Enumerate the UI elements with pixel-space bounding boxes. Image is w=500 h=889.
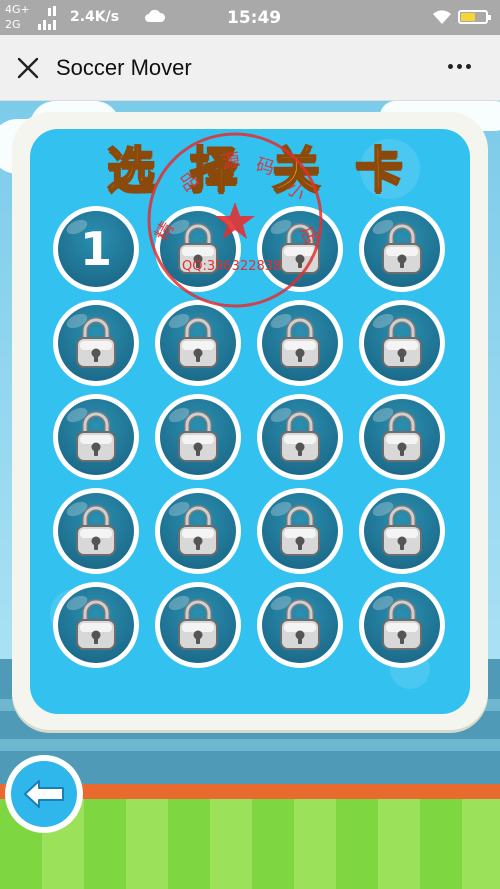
network-type-top: 4G+ <box>5 3 30 16</box>
level-button[interactable]: 1 <box>53 206 139 292</box>
signal-icon <box>38 4 58 30</box>
level-number: 1 <box>79 222 112 276</box>
network-type-bottom: 2G <box>5 18 21 31</box>
level-button-locked[interactable] <box>53 300 139 386</box>
level-button-locked[interactable] <box>257 488 343 574</box>
status-bar: 4G+ 2G 2.4K/s 15:49 <box>0 0 500 35</box>
svg-text:小: 小 <box>282 178 309 206</box>
lock-icon <box>176 317 220 369</box>
level-button-locked[interactable] <box>155 394 241 480</box>
back-button[interactable] <box>5 755 83 833</box>
seal-stamp: 精 品 源 码 小 店 <box>147 132 323 308</box>
lock-icon <box>380 599 424 651</box>
battery-level <box>461 13 476 21</box>
level-button-locked[interactable] <box>359 394 445 480</box>
lock-icon <box>278 411 322 463</box>
title-char: 卡 <box>354 141 404 199</box>
clock: 15:49 <box>227 8 282 28</box>
lock-icon <box>176 411 220 463</box>
level-button-locked[interactable] <box>359 582 445 668</box>
lock-icon <box>278 317 322 369</box>
more-icon[interactable] <box>446 64 474 72</box>
network-speed: 2.4K/s <box>70 9 120 25</box>
lock-icon <box>74 599 118 651</box>
level-button-locked[interactable] <box>257 394 343 480</box>
lock-icon <box>380 411 424 463</box>
lock-icon <box>380 317 424 369</box>
page-title: Soccer Mover <box>56 55 192 80</box>
lock-icon <box>278 599 322 651</box>
level-button-locked[interactable] <box>155 488 241 574</box>
level-button-locked[interactable] <box>53 582 139 668</box>
level-button-locked[interactable] <box>155 300 241 386</box>
battery-icon <box>458 10 491 24</box>
level-button-locked[interactable] <box>257 300 343 386</box>
lock-icon <box>74 505 118 557</box>
lock-icon <box>74 411 118 463</box>
level-button-locked[interactable] <box>359 206 445 292</box>
svg-text:品: 品 <box>176 169 203 197</box>
level-button-locked[interactable] <box>359 300 445 386</box>
stamp-qq-text: QQ:396322838 <box>182 259 282 274</box>
svg-text:源: 源 <box>221 150 242 173</box>
level-button-locked[interactable] <box>155 582 241 668</box>
title-bar: Soccer Mover <box>0 35 500 101</box>
lock-icon <box>380 223 424 275</box>
close-icon[interactable] <box>14 54 42 82</box>
wifi-icon <box>433 10 451 24</box>
lock-icon <box>278 505 322 557</box>
svg-text:精: 精 <box>151 218 178 244</box>
cloud-icon <box>145 9 166 22</box>
level-button-locked[interactable] <box>53 394 139 480</box>
network-type: 4G+ 2G <box>5 2 30 32</box>
level-button-locked[interactable] <box>359 488 445 574</box>
lock-icon <box>74 317 118 369</box>
lock-icon <box>380 505 424 557</box>
level-button-locked[interactable] <box>257 582 343 668</box>
level-button-locked[interactable] <box>53 488 139 574</box>
back-arrow-icon <box>24 780 64 808</box>
svg-text:码: 码 <box>254 155 277 180</box>
lock-icon <box>176 599 220 651</box>
lock-icon <box>176 505 220 557</box>
